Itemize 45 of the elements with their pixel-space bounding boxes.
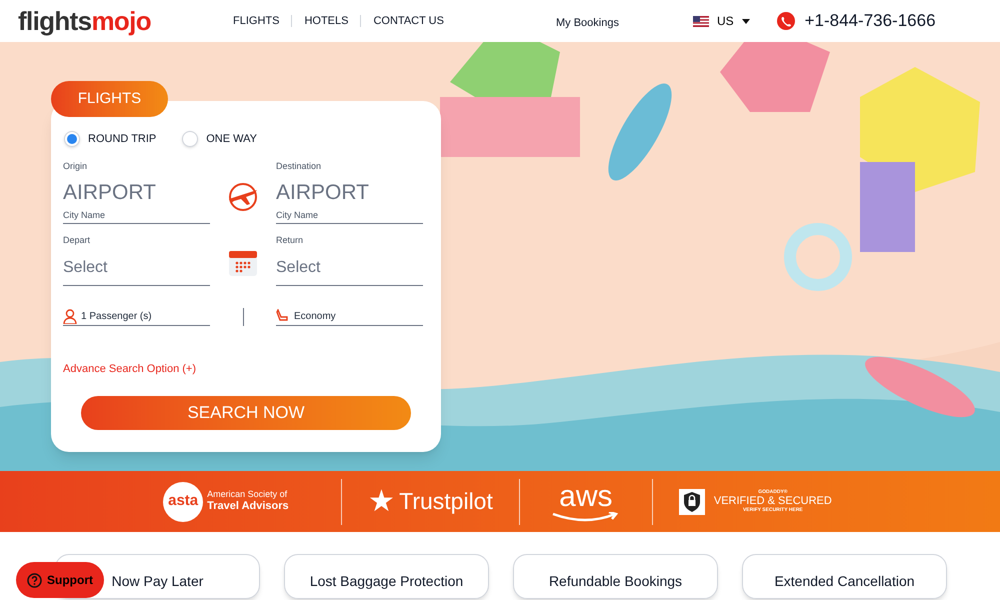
flag-icon xyxy=(692,16,709,26)
logo-text: Trustpilot xyxy=(399,487,493,516)
feature-card[interactable]: Lost Baggage Protection xyxy=(284,554,489,599)
asta-logo: asta xyxy=(163,482,204,522)
aws-logo: aws xyxy=(546,482,626,522)
feature-card[interactable]: Refundable Bookings xyxy=(513,554,718,599)
caret-icon xyxy=(742,18,750,24)
airport-field[interactable]: AIRPORT xyxy=(63,177,210,208)
feature-title: Extended Cancellation xyxy=(774,572,915,591)
city-name-hint: City Name xyxy=(63,208,210,224)
nav-link[interactable]: CONTACT US xyxy=(373,12,444,30)
trip-type-radio[interactable]: ROUND TRIP xyxy=(64,131,156,148)
cabin-class-field[interactable]: Economy xyxy=(276,308,423,326)
passenger-field[interactable]: 1 Passenger (s) xyxy=(63,308,210,326)
field-label: Depart xyxy=(63,234,92,247)
field-label: Destination xyxy=(276,160,322,172)
nav-link[interactable]: HOTELS xyxy=(304,12,348,30)
feature-title: Refundable Bookings xyxy=(548,572,682,591)
seat-icon xyxy=(276,309,290,323)
support-button[interactable]: Support xyxy=(16,562,104,598)
shield-lock-icon xyxy=(678,488,705,514)
advance-search-link[interactable]: Advance Search Option (+) xyxy=(63,362,196,374)
date-field[interactable]: Select xyxy=(276,252,423,286)
feature-title: Lost Baggage Protection xyxy=(310,572,464,591)
logo-text: Travel Advisors xyxy=(207,500,290,514)
field-label: Origin xyxy=(63,160,88,173)
star-icon: ★ xyxy=(368,486,396,516)
phone-icon xyxy=(776,12,795,30)
my-bookings-link[interactable]: My Bookings xyxy=(556,14,619,32)
help-icon xyxy=(27,572,42,588)
logo-text: American Society of xyxy=(207,489,288,500)
nav-link[interactable]: FLIGHTS xyxy=(233,12,280,30)
feature-title: Now Pay Later xyxy=(112,572,204,591)
feature-card[interactable]: Extended Cancellation xyxy=(742,554,947,599)
brand-logo[interactable]: flightsmojo xyxy=(18,2,233,40)
logo-text: VERIFIED & SECURED xyxy=(714,496,832,507)
phone-number[interactable]: +1-844-736-1666 xyxy=(804,8,936,34)
field-label: Return xyxy=(276,234,304,247)
person-icon xyxy=(63,308,77,324)
country-selector[interactable]: US xyxy=(692,12,750,30)
city-name-hint: City Name xyxy=(276,208,423,224)
trip-type-radio[interactable]: ONE WAY xyxy=(182,131,257,148)
date-field[interactable]: Select xyxy=(63,252,210,286)
airplane-icon xyxy=(226,182,260,212)
airport-field[interactable]: AIRPORT xyxy=(276,177,423,208)
